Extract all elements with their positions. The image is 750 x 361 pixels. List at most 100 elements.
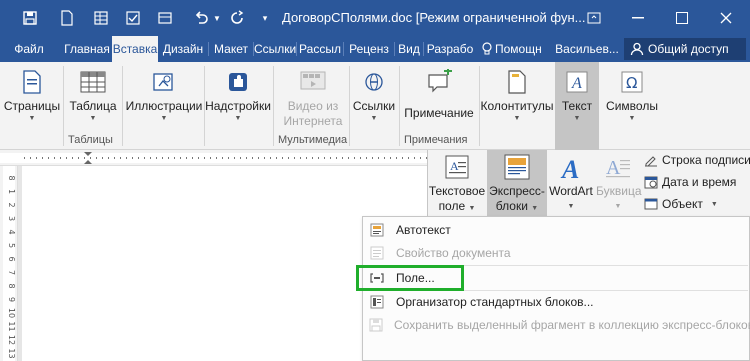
textbox-label-line1: Текстовое [428,184,486,198]
illustrations-icon [149,68,179,96]
ribbon-display-icon[interactable] [572,0,616,36]
quick-parts-button[interactable]: Экспресс- блоки ▼ [487,150,547,216]
addins-button[interactable]: Надстройки ▼ [204,62,272,124]
tab-layout[interactable]: Макет [209,36,253,62]
menu-item-building-blocks-organizer[interactable]: Организатор стандартных блоков... [363,291,749,313]
signature-line-button[interactable]: Строка подписи [644,153,750,167]
ruler-tick [240,157,241,159]
minimize-icon[interactable] [616,0,660,36]
ruler-tick [222,157,223,159]
ruler-tick [276,157,277,159]
signature-line-label: Строка подписи [662,153,750,167]
wordart-icon: A [556,154,586,184]
ruler-label: 6 [7,256,16,261]
comment-label: Примечание [404,106,474,120]
tab-file[interactable]: Файл [8,36,50,62]
chevron-down-icon: ▼ [573,115,581,122]
new-doc-icon[interactable] [52,0,82,36]
ruler-tick [234,157,235,159]
header-footer-button[interactable]: Колонтитулы ▼ [480,62,554,124]
ruler-tick [78,157,79,159]
dropcap-button[interactable]: A Буквица ▼ [596,152,642,216]
ruler-label: 5 [7,243,16,248]
tab-mailings[interactable]: Рассыл [297,36,343,62]
ruler-tick [294,157,295,159]
date-time-button[interactable]: Дата и время [644,175,736,189]
object-button[interactable]: Объект ▼ [644,197,718,211]
tab-design[interactable]: Дизайн [158,36,208,62]
svg-text:A: A [450,159,459,173]
links-label: Ссылки [352,99,396,113]
ruler-tick [384,157,385,159]
ruler-tick [216,157,217,159]
ruler-tick [348,157,349,159]
chevron-down-icon: ▼ [628,115,636,122]
ruler-tick [138,157,139,159]
ruler-tick [204,157,205,159]
symbols-button[interactable]: Ω Символы ▼ [602,62,662,124]
save-icon[interactable] [14,0,46,36]
tell-me-label: Помощн [495,42,542,56]
tab-view[interactable]: Вид [395,36,423,62]
comment-button[interactable]: Примечание [400,62,478,121]
ruler-label: 9 [7,297,16,302]
account-name[interactable]: Васильев... [552,36,622,62]
ruler-tick [210,157,211,159]
check-icon[interactable] [118,0,148,36]
close-icon[interactable] [704,0,748,36]
quick-parts-label-line2: блоки ▼ [495,199,539,213]
redo-icon[interactable] [222,0,252,36]
maximize-icon[interactable] [660,0,704,36]
pages-button[interactable]: Страницы ▼ [2,62,62,124]
horizontal-ruler[interactable] [0,150,430,166]
ruler-tick [168,157,169,159]
tab-insert[interactable]: Вставка [112,36,158,62]
menu-item-document-property[interactable]: Свойство документа [363,242,749,264]
vertical-ruler[interactable]: 8 1 2 3 4 5 6 7 8 9 10 11 12 13 [0,166,18,361]
online-video-button[interactable]: Видео из Интернета [278,62,348,129]
table-label: Таблица [69,99,117,113]
tab-developer[interactable]: Разрабо [424,36,476,62]
ruler-label: 13 [7,348,16,358]
links-button[interactable]: Ссылки ▼ [350,62,398,124]
tab-references[interactable]: Ссылки [254,36,296,62]
ruler-tick [72,157,73,159]
wordart-button[interactable]: A WordArt ▼ [548,152,594,216]
ruler-label: 12 [7,335,16,345]
textbox-button[interactable]: A Текстовое поле ▼ [428,152,486,216]
ruler-tick [198,157,199,159]
ruler-tick [90,157,91,159]
customize-qat-icon[interactable]: ▾ [256,0,274,36]
comment-icon [424,68,454,96]
ruler-tick [120,157,121,159]
ruler-tick [24,157,25,159]
ruler-tick [228,157,229,159]
share-button[interactable]: Общий доступ [624,38,746,60]
ruler-tick [126,157,127,159]
table-button[interactable]: Таблица ▼ [64,62,122,124]
illustrations-button[interactable]: Иллюстрации ▼ [124,62,204,124]
ruler-tick [282,157,283,159]
ruler-tick [420,157,421,159]
omega-icon: Ω [617,68,647,96]
grid-icon[interactable] [86,0,116,36]
ruler-tick [42,157,43,159]
tab-review[interactable]: Реценз [344,36,394,62]
ruler-tick [390,157,391,159]
autotext-label: Автотекст [396,223,451,237]
menu-item-autotext[interactable]: Автотекст [363,219,749,241]
ruler-tick [192,157,193,159]
tab-tell-me[interactable]: Помощн [478,36,550,62]
field-highlight-box [356,265,464,291]
text-button[interactable]: A Текст ▼ [556,62,598,124]
ruler-tick [66,157,67,159]
ruler-tick [354,157,355,159]
ruler-tick [342,157,343,159]
menu-item-save-selection[interactable]: Сохранить выделенный фрагмент в коллекци… [363,314,750,336]
object-icon [644,197,658,211]
ruler-tick [258,157,259,159]
group-label-multimedia: Мультимедиа [278,134,348,146]
table-icon[interactable] [150,0,180,36]
tab-home[interactable]: Главная [62,36,112,62]
symbols-label: Символы [606,99,658,113]
